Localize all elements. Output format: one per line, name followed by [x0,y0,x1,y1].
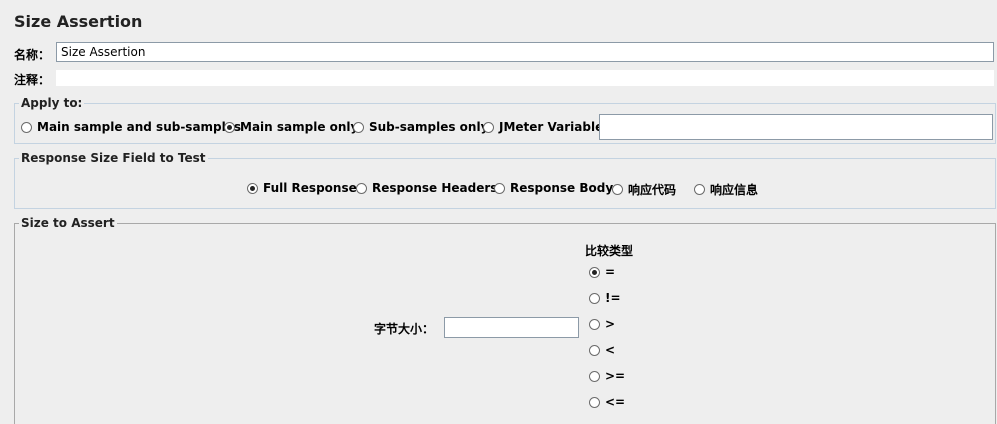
radio-label: != [605,291,621,305]
name-field[interactable]: Size Assertion [56,42,994,62]
radio-selected-icon [247,182,258,194]
radio-icon [589,318,600,330]
response-field-group: Response Size Field to Test [14,151,996,209]
radio-response-code[interactable]: 响应代码 [612,181,676,198]
response-field-legend: Response Size Field to Test [21,151,206,165]
radio-label: = [605,265,616,279]
size-label: 字节大小： [374,322,435,336]
radio-sub-only[interactable]: Sub-samples only [353,120,488,134]
radio-label: Response Headers [372,181,498,195]
comment-field[interactable] [56,70,994,86]
radio-label: Response Body [510,181,614,195]
radio-icon [589,370,600,382]
radio-response-body[interactable]: Response Body [494,181,613,195]
radio-response-headers[interactable]: Response Headers [356,181,497,195]
radio-main-only[interactable]: Main sample only [224,120,358,134]
radio-compare-greater[interactable]: > [589,317,615,331]
radio-icon [21,121,32,133]
radio-icon [353,121,364,133]
apply-to-legend: Apply to: [21,96,83,110]
radio-label: JMeter Variable [499,120,604,134]
radio-icon [589,396,600,408]
radio-label: Sub-samples only [369,120,489,134]
radio-label: Full Response [263,181,357,195]
radio-icon [694,184,705,195]
radio-label: 响应代码 [628,183,677,197]
radio-icon [612,184,623,195]
jmeter-variable-input[interactable] [599,114,993,140]
radio-compare-less-equal[interactable]: <= [589,395,625,409]
radio-icon [494,182,505,194]
radio-label: >= [605,369,626,383]
radio-icon [356,182,367,194]
radio-label: Main sample and sub-samples [37,120,242,134]
radio-label: 响应信息 [710,183,759,197]
radio-full-response[interactable]: Full Response [247,181,357,195]
radio-jmeter-variable[interactable]: JMeter Variable [483,120,603,134]
comment-label: 注释： [14,73,51,87]
name-label: 名称： [14,48,51,62]
radio-icon [483,121,494,133]
radio-selected-icon [589,266,600,278]
radio-compare-less[interactable]: < [589,343,615,357]
size-to-assert-legend: Size to Assert [21,216,115,230]
radio-label: > [605,317,616,331]
comparison-type-title: 比较类型 [585,244,634,258]
radio-label: < [605,343,616,357]
radio-main-and-sub[interactable]: Main sample and sub-samples [21,120,241,134]
panel-title: Size Assertion [14,12,143,31]
radio-response-message[interactable]: 响应信息 [694,181,758,198]
radio-compare-not-equal[interactable]: != [589,291,621,305]
radio-label: Main sample only [240,120,359,134]
radio-label: <= [605,395,626,409]
size-input[interactable] [444,317,579,338]
radio-compare-equal[interactable]: = [589,265,615,279]
radio-compare-greater-equal[interactable]: >= [589,369,625,383]
radio-selected-icon [224,121,235,133]
radio-icon [589,344,600,356]
radio-icon [589,292,600,304]
